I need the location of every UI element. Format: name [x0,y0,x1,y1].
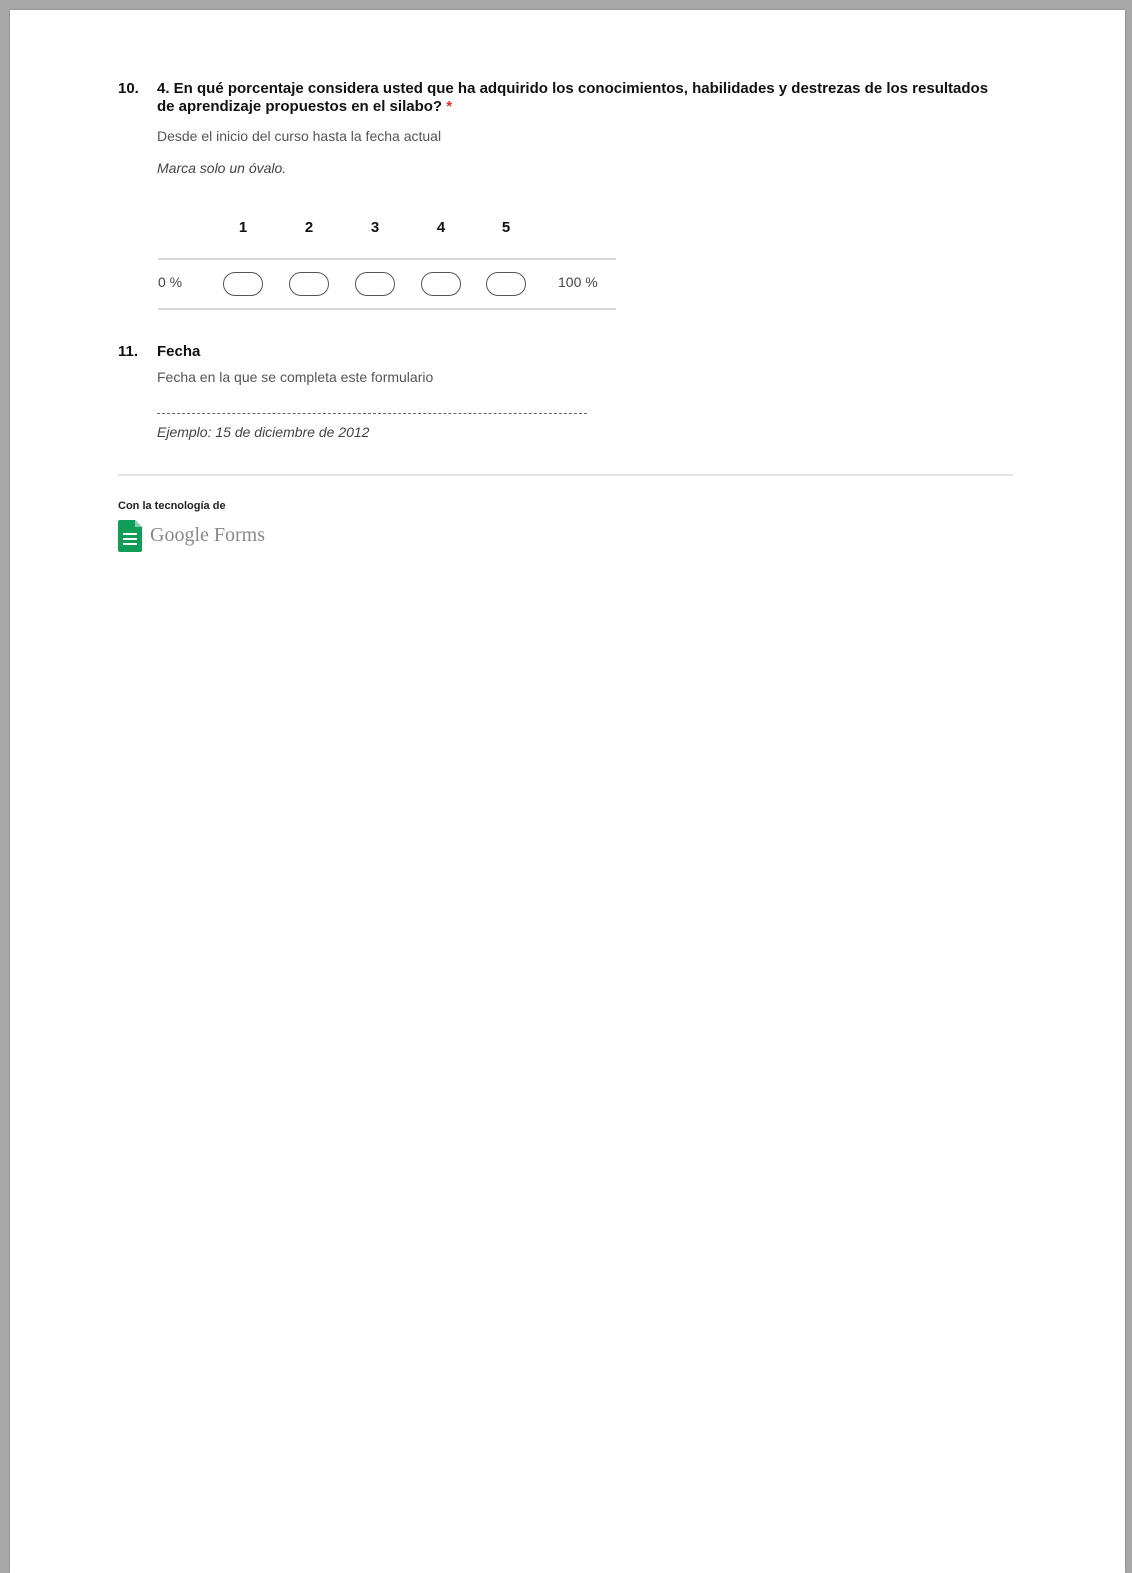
question-title: Fecha [157,343,201,360]
scale-top-rule [158,258,616,260]
google-forms-icon [118,520,142,552]
question-number: 10. [118,80,139,97]
question-description: Fecha en la que se completa este formula… [157,369,434,385]
question-instruction: Marca solo un óvalo. [157,160,287,176]
scale-number-5: 5 [501,219,511,236]
logo-wordmark: Google Forms [150,524,265,546]
scale-number-3: 3 [370,219,380,236]
scale-oval-1[interactable] [223,272,263,296]
question-title-text: 4. En qué porcentaje considera usted que… [157,80,989,115]
scale-number-2: 2 [304,219,314,236]
scale-number-1: 1 [238,219,248,236]
scale-bottom-rule [158,308,616,310]
document-page: 10. 4. En qué porcentaje considera usted… [10,10,1125,1573]
scale-number-row: 1 2 3 4 5 [158,219,616,243]
date-example: Ejemplo: 15 de diciembre de 2012 [157,424,370,440]
footer-divider [118,474,1013,476]
required-asterisk: * [446,98,453,115]
question-description: Desde el inicio del curso hasta la fecha… [157,128,442,144]
powered-by-text: Con la tecnología de [118,500,226,512]
scale-oval-3[interactable] [355,272,395,296]
scale-oval-4[interactable] [421,272,461,296]
scale-oval-2[interactable] [289,272,329,296]
scale-number-4: 4 [436,219,446,236]
scale-low-label: 0 % [158,274,183,290]
question-title: 4. En qué porcentaje considera usted que… [157,80,1007,116]
date-answer-line[interactable] [157,413,587,414]
scale-high-label: 100 % [558,274,598,290]
question-number: 11. [118,343,139,360]
scale-oval-5[interactable] [486,272,526,296]
